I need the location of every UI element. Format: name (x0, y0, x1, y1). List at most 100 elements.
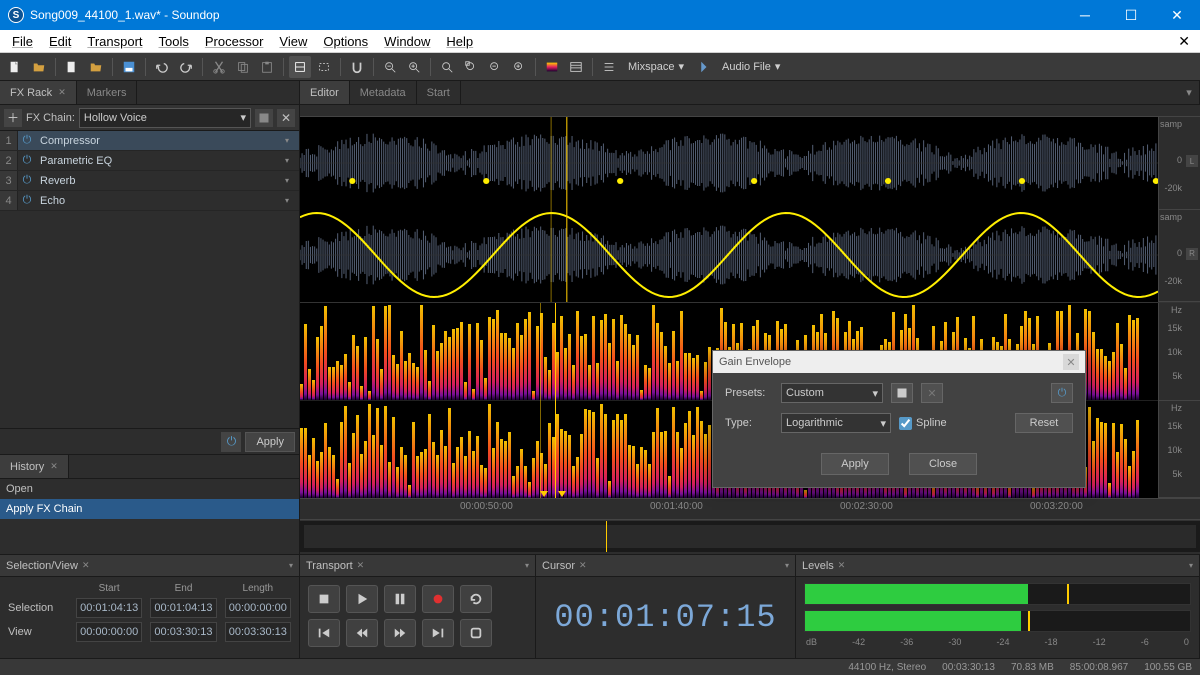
tab-start[interactable]: Start (417, 81, 461, 104)
menu-tools[interactable]: Tools (151, 32, 197, 51)
zoom-in-time-icon[interactable] (403, 56, 425, 78)
undo-icon[interactable] (151, 56, 173, 78)
menu-edit[interactable]: Edit (41, 32, 79, 51)
fx-row-echo[interactable]: 4⏻Echo▾ (0, 191, 299, 211)
panel-menu-icon[interactable]: ▾ (289, 561, 293, 570)
zoom-out-time-icon[interactable] (379, 56, 401, 78)
time-selection-icon[interactable] (289, 56, 311, 78)
save-preset-icon[interactable] (255, 109, 273, 127)
fx-chain-dropdown[interactable]: Hollow Voice▾ (79, 108, 251, 128)
menu-processor[interactable]: Processor (197, 32, 272, 51)
presets-dropdown[interactable]: Custom▾ (781, 383, 883, 403)
menu-options[interactable]: Options (315, 32, 376, 51)
pause-button[interactable] (384, 585, 416, 613)
delete-preset-icon[interactable]: ✕ (921, 383, 943, 403)
cut-icon[interactable] (208, 56, 230, 78)
tab-fx-rack[interactable]: FX Rack✕ (0, 81, 77, 104)
spectrum-gradient-icon[interactable] (541, 56, 563, 78)
menu-help[interactable]: Help (438, 32, 481, 51)
add-fx-button[interactable]: ＋ (4, 109, 22, 127)
go-end-button[interactable] (422, 619, 454, 647)
zoom-in-amp-icon[interactable] (508, 56, 530, 78)
skip-button[interactable] (460, 619, 492, 647)
bypass-icon[interactable]: ⏻ (1051, 383, 1073, 403)
mdi-close-icon[interactable]: ✕ (1172, 33, 1196, 50)
menu-window[interactable]: Window (376, 32, 438, 51)
open-multitrack-icon[interactable] (85, 56, 107, 78)
close-button[interactable]: ✕ (1154, 0, 1200, 30)
view-end[interactable]: 00:03:30:13 (150, 622, 216, 642)
menu-file[interactable]: File (4, 32, 41, 51)
snap-icon[interactable] (346, 56, 368, 78)
minimize-button[interactable]: ─ (1062, 0, 1108, 30)
redo-icon[interactable] (175, 56, 197, 78)
zoom-selection-icon[interactable] (460, 56, 482, 78)
save-icon[interactable] (118, 56, 140, 78)
menu-transport[interactable]: Transport (79, 32, 150, 51)
view-length[interactable]: 00:03:30:13 (225, 622, 291, 642)
power-icon[interactable]: ⏻ (18, 154, 36, 167)
close-icon[interactable]: ✕ (82, 560, 90, 571)
close-icon[interactable]: ✕ (58, 87, 66, 98)
tab-markers[interactable]: Markers (77, 81, 138, 104)
loop-button[interactable] (460, 585, 492, 613)
fx-row-compressor[interactable]: 1⏻Compressor▾ (0, 131, 299, 151)
zoom-out-amp-icon[interactable] (484, 56, 506, 78)
dialog-close-icon[interactable]: ✕ (1063, 354, 1079, 370)
new-file-icon[interactable] (4, 56, 26, 78)
history-item-open[interactable]: Open (0, 479, 299, 499)
spline-checkbox[interactable]: Spline (899, 417, 947, 430)
audio-file-button[interactable]: Audio File▾ (716, 60, 786, 73)
reset-button[interactable]: Reset (1015, 413, 1073, 433)
delete-preset-icon[interactable]: ✕ (277, 109, 295, 127)
panel-menu-icon[interactable]: ▾ (1179, 81, 1200, 104)
play-button[interactable] (346, 585, 378, 613)
power-icon[interactable]: ⏻ (18, 194, 36, 207)
selection-end[interactable]: 00:01:04:13 (150, 598, 216, 618)
power-icon[interactable]: ⏻ (18, 134, 36, 147)
close-icon[interactable]: ✕ (50, 461, 58, 472)
tab-history[interactable]: History✕ (0, 455, 69, 478)
type-dropdown[interactable]: Logarithmic▾ (781, 413, 891, 433)
stop-button[interactable] (308, 585, 340, 613)
history-item-apply-fx[interactable]: Apply FX Chain (0, 499, 299, 519)
tab-editor[interactable]: Editor (300, 81, 350, 104)
dialog-close-button[interactable]: Close (909, 453, 977, 475)
tab-metadata[interactable]: Metadata (350, 81, 417, 104)
new-multitrack-icon[interactable] (61, 56, 83, 78)
overview-bar[interactable] (300, 520, 1200, 552)
save-preset-icon[interactable] (891, 383, 913, 403)
fx-row-parametric-eq[interactable]: 2⏻Parametric EQ▾ (0, 151, 299, 171)
record-button[interactable] (422, 585, 454, 613)
marquee-icon[interactable] (313, 56, 335, 78)
fx-apply-button[interactable]: Apply (245, 432, 295, 452)
panel-menu-icon[interactable]: ▾ (1189, 561, 1193, 570)
forward-button[interactable] (384, 619, 416, 647)
close-icon[interactable]: ✕ (579, 560, 587, 571)
maximize-button[interactable]: ☐ (1108, 0, 1154, 30)
panel-menu-icon[interactable]: ▾ (525, 561, 529, 570)
open-file-icon[interactable] (28, 56, 50, 78)
dialog-apply-button[interactable]: Apply (821, 453, 889, 475)
menu-view[interactable]: View (271, 32, 315, 51)
panel-menu-icon[interactable]: ▾ (785, 561, 789, 570)
audio-file-icon[interactable] (692, 56, 714, 78)
view-start[interactable]: 00:00:00:00 (76, 622, 142, 642)
selection-length[interactable]: 00:00:00:00 (225, 598, 291, 618)
copy-icon[interactable] (232, 56, 254, 78)
dialog-title-bar[interactable]: Gain Envelope ✕ (713, 351, 1085, 373)
fx-power-toggle[interactable]: ⏻ (221, 432, 241, 452)
go-start-button[interactable] (308, 619, 340, 647)
rewind-button[interactable] (346, 619, 378, 647)
paste-icon[interactable] (256, 56, 278, 78)
close-icon[interactable]: ✕ (838, 560, 846, 571)
close-icon[interactable]: ✕ (357, 560, 365, 571)
spectrum-settings-icon[interactable] (565, 56, 587, 78)
zoom-full-icon[interactable] (436, 56, 458, 78)
mixspace-button[interactable]: Mixspace▾ (622, 60, 690, 73)
selection-start[interactable]: 00:01:04:13 (76, 598, 142, 618)
timeline-ruler[interactable]: 00:00:50:00 00:01:40:00 00:02:30:00 00:0… (300, 498, 1200, 520)
fx-row-reverb[interactable]: 3⏻Reverb▾ (0, 171, 299, 191)
power-icon[interactable]: ⏻ (18, 174, 36, 187)
waveform-view[interactable]: samp 0 -20k L samp 0 -20k R (300, 117, 1200, 302)
